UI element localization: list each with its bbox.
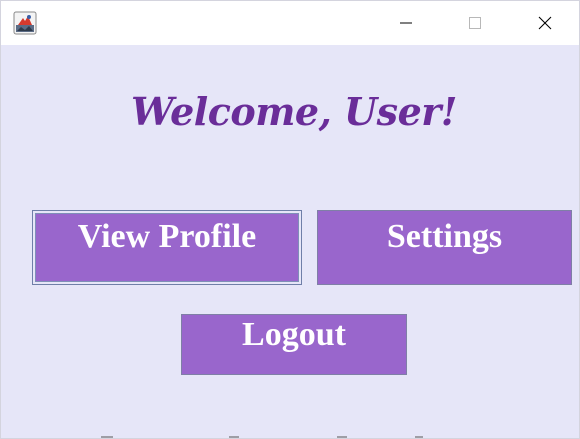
view-profile-button[interactable]: View Profile — [32, 210, 302, 285]
minimize-button[interactable] — [383, 1, 429, 45]
minimize-icon — [400, 22, 412, 24]
maximize-button[interactable] — [452, 1, 498, 45]
logout-button[interactable]: Logout — [181, 314, 407, 375]
java-app-icon — [13, 11, 37, 35]
settings-label: Settings — [386, 218, 503, 255]
bottom-edge-marks — [101, 436, 423, 438]
title-bar[interactable] — [1, 1, 579, 45]
maximize-icon — [469, 17, 481, 29]
settings-button[interactable]: Settings — [317, 210, 572, 285]
main-content: Welcome, User! View Profile Settings Log… — [1, 45, 579, 438]
app-window: Welcome, User! View Profile Settings Log… — [0, 0, 580, 439]
welcome-heading: Welcome, User! — [131, 89, 457, 134]
logout-label: Logout — [242, 316, 346, 353]
view-profile-label: View Profile — [77, 218, 257, 255]
close-icon — [538, 16, 552, 30]
close-button[interactable] — [522, 1, 568, 45]
